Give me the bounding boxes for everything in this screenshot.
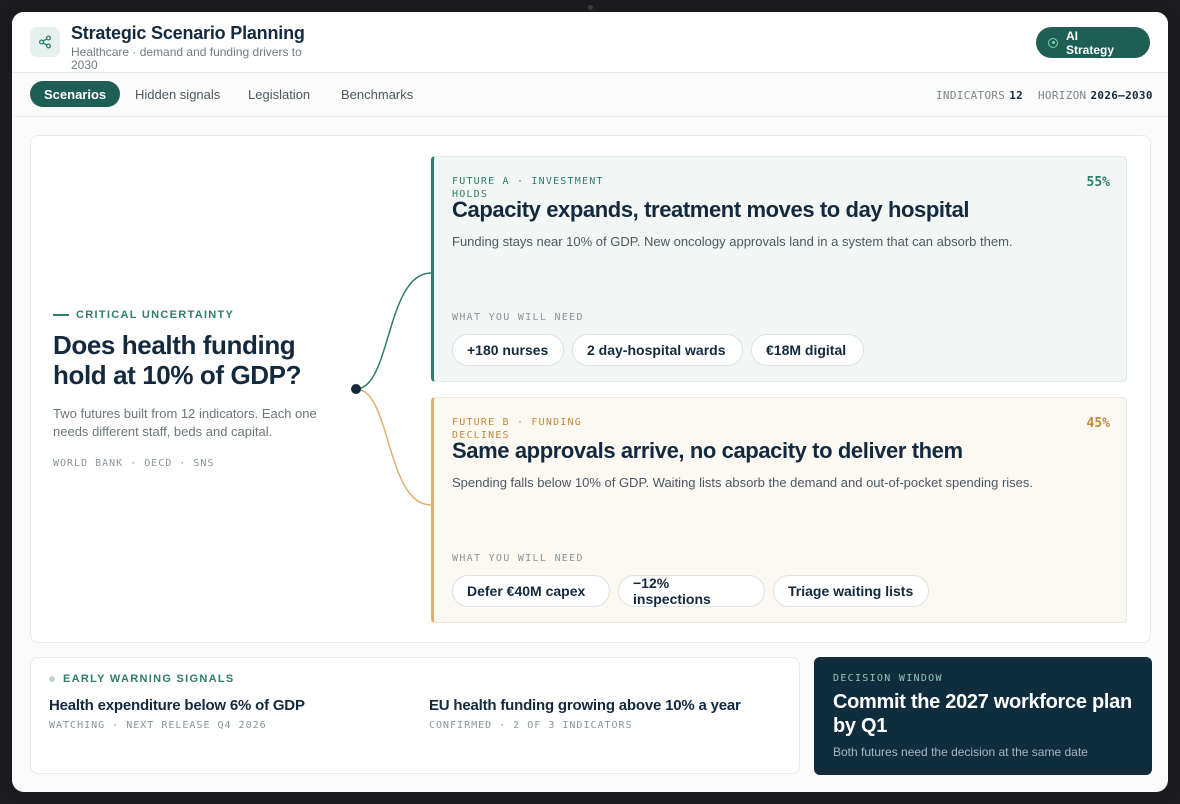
need-chip[interactable]: Defer €40M capex <box>452 575 610 607</box>
horizon-value: 2026–2030 <box>1090 89 1153 102</box>
ai-strategy-button[interactable]: AI Strategy <box>1036 27 1150 58</box>
tab-hidden-signals[interactable]: Hidden signals <box>135 81 220 107</box>
signal-title: EU health funding growing above 10% a ye… <box>429 697 741 714</box>
future-a-title: Capacity expands, treatment moves to day… <box>452 197 970 222</box>
app-screen: Strategic Scenario Planning Healthcare ·… <box>12 12 1168 792</box>
signal-item[interactable]: EU health funding growing above 10% a ye… <box>429 697 741 731</box>
decision-window-card[interactable]: DECISION WINDOW Commit the 2027 workforc… <box>814 657 1152 775</box>
signal-item[interactable]: Health expenditure below 6% of GDP WATCH… <box>49 697 305 731</box>
early-warning-card: EARLY WARNING SIGNALS Health expenditure… <box>30 657 800 774</box>
tab-bar: Scenarios Hidden signals Legislation Ben… <box>12 73 1168 117</box>
indicators-meta: INDICATORS 12 <box>936 89 1023 102</box>
branch-line-b <box>355 388 431 506</box>
future-a-probability: 55% <box>1086 175 1110 190</box>
critical-uncertainty-label: CRITICAL UNCERTAINTY <box>53 309 234 321</box>
camera-dot <box>588 5 593 10</box>
signal-title: Health expenditure below 6% of GDP <box>49 697 305 714</box>
indicators-value: 12 <box>1009 89 1024 102</box>
tab-benchmarks[interactable]: Benchmarks <box>341 81 413 107</box>
future-a-description: Funding stays near 10% of GDP. New oncol… <box>452 234 1013 249</box>
horizon-meta: HORIZON 2026–2030 <box>1038 89 1153 102</box>
need-chip[interactable]: −12% inspections <box>618 575 765 607</box>
future-b-title: Same approvals arrive, no capacity to de… <box>452 438 963 463</box>
indicators-label: INDICATORS <box>936 89 1006 102</box>
tab-legislation[interactable]: Legislation <box>248 81 310 107</box>
future-b-need-label: WHAT YOU WILL NEED <box>452 553 584 564</box>
tab-scenarios[interactable]: Scenarios <box>30 81 121 107</box>
status-dot <box>49 676 55 682</box>
scenario-card: CRITICAL UNCERTAINTY Does health funding… <box>30 135 1151 643</box>
future-b-probability: 45% <box>1086 416 1110 431</box>
uncertainty-question: Does health funding hold at 10% of GDP? <box>53 330 302 390</box>
early-warning-heading: EARLY WARNING SIGNALS <box>49 673 235 685</box>
need-chip[interactable]: +180 nurses <box>452 334 564 366</box>
critical-uncertainty-text: CRITICAL UNCERTAINTY <box>76 309 235 321</box>
need-chip[interactable]: 2 day-hospital wards <box>572 334 743 366</box>
uncertainty-description: Two futures built from 12 indicators. Ea… <box>53 406 317 439</box>
decision-subtitle: Both futures need the decision at the sa… <box>833 745 1088 759</box>
branch-node <box>351 384 361 394</box>
future-b-card[interactable]: FUTURE B · FUNDING DECLINES 45% Same app… <box>431 397 1127 623</box>
future-a-card[interactable]: FUTURE A · INVESTMENT HOLDS 55% Capacity… <box>431 156 1127 382</box>
need-chip[interactable]: Triage waiting lists <box>773 575 929 607</box>
decision-window-label: DECISION WINDOW <box>833 673 943 684</box>
target-icon <box>1048 37 1058 48</box>
share-icon[interactable] <box>30 27 60 57</box>
signal-status: CONFIRMED · 2 OF 3 INDICATORS <box>429 720 633 731</box>
branch-connector <box>351 272 431 506</box>
dash-mark <box>53 314 69 316</box>
signal-status: WATCHING · NEXT RELEASE Q4 2026 <box>49 720 267 731</box>
future-a-need-label: WHAT YOU WILL NEED <box>452 312 584 323</box>
branch-line-a <box>355 272 431 390</box>
early-warning-heading-text: EARLY WARNING SIGNALS <box>63 673 235 685</box>
app-header: Strategic Scenario Planning Healthcare ·… <box>12 12 1168 73</box>
sources-line: WORLD BANK · OECD · SNS <box>53 458 215 469</box>
decision-title: Commit the 2027 workforce plan by Q1 <box>833 691 1132 737</box>
need-chip[interactable]: €18M digital <box>751 334 864 366</box>
page-title: Strategic Scenario Planning <box>71 23 305 43</box>
future-b-description: Spending falls below 10% of GDP. Waiting… <box>452 475 1034 490</box>
horizon-label: HORIZON <box>1038 89 1087 102</box>
ai-strategy-label: AI Strategy <box>1066 28 1115 57</box>
page-subtitle: Healthcare · demand and funding drivers … <box>71 45 302 72</box>
